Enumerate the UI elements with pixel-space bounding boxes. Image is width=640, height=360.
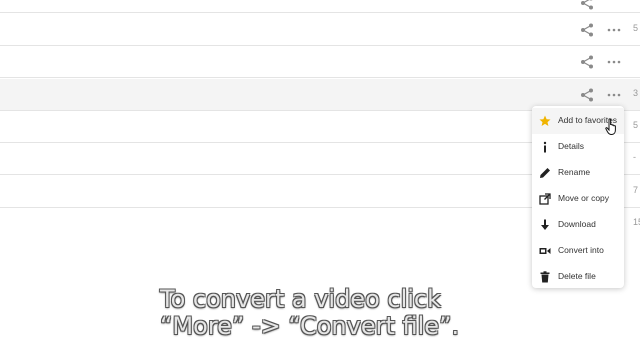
menu-item-label: Rename xyxy=(558,167,591,177)
convert-icon xyxy=(539,248,551,254)
menu-item-move-or-copy[interactable]: Move or copy xyxy=(532,186,624,212)
trash-icon xyxy=(540,271,550,283)
menu-item-label: Move or copy xyxy=(558,193,610,203)
menu-item-download[interactable]: Download xyxy=(532,212,624,238)
row-size: 3 xyxy=(633,88,639,98)
file-row[interactable] xyxy=(0,0,640,13)
info-icon xyxy=(543,141,547,153)
menu-item-label: Convert into xyxy=(558,245,604,255)
caption-line-2: “More” -> “Convert file”. xyxy=(160,312,460,340)
star-icon xyxy=(539,115,551,126)
row-size: 15 xyxy=(633,217,640,227)
row-size: 7 xyxy=(633,185,639,195)
more-options-icon[interactable] xyxy=(606,54,622,70)
share-icon[interactable] xyxy=(579,87,595,103)
row-size: 5 xyxy=(633,120,639,130)
menu-item-label: Details xyxy=(558,141,584,151)
more-options-icon[interactable] xyxy=(606,22,622,38)
share-icon[interactable] xyxy=(579,0,595,11)
pencil-icon xyxy=(540,168,550,178)
menu-item-rename[interactable]: Rename xyxy=(532,160,624,186)
file-row[interactable]: 5 xyxy=(0,14,640,46)
more-options-icon[interactable] xyxy=(606,87,622,103)
caption-line-1: To convert a video click xyxy=(160,285,442,313)
menu-item-label: Download xyxy=(558,219,596,229)
download-arrow-icon xyxy=(541,219,549,230)
row-size: - xyxy=(633,152,636,162)
hand-cursor-icon xyxy=(605,118,616,136)
menu-item-details[interactable]: Details xyxy=(532,134,624,160)
menu-item-convert-into[interactable]: Convert into xyxy=(532,238,624,264)
share-icon[interactable] xyxy=(579,54,595,70)
tutorial-caption: To convert a video click “More” -> “Conv… xyxy=(160,286,630,340)
share-icon[interactable] xyxy=(579,22,595,38)
menu-item-label: Delete file xyxy=(558,271,596,281)
move-copy-icon xyxy=(539,193,551,205)
file-row[interactable] xyxy=(0,46,640,78)
row-size: 5 xyxy=(633,23,639,33)
